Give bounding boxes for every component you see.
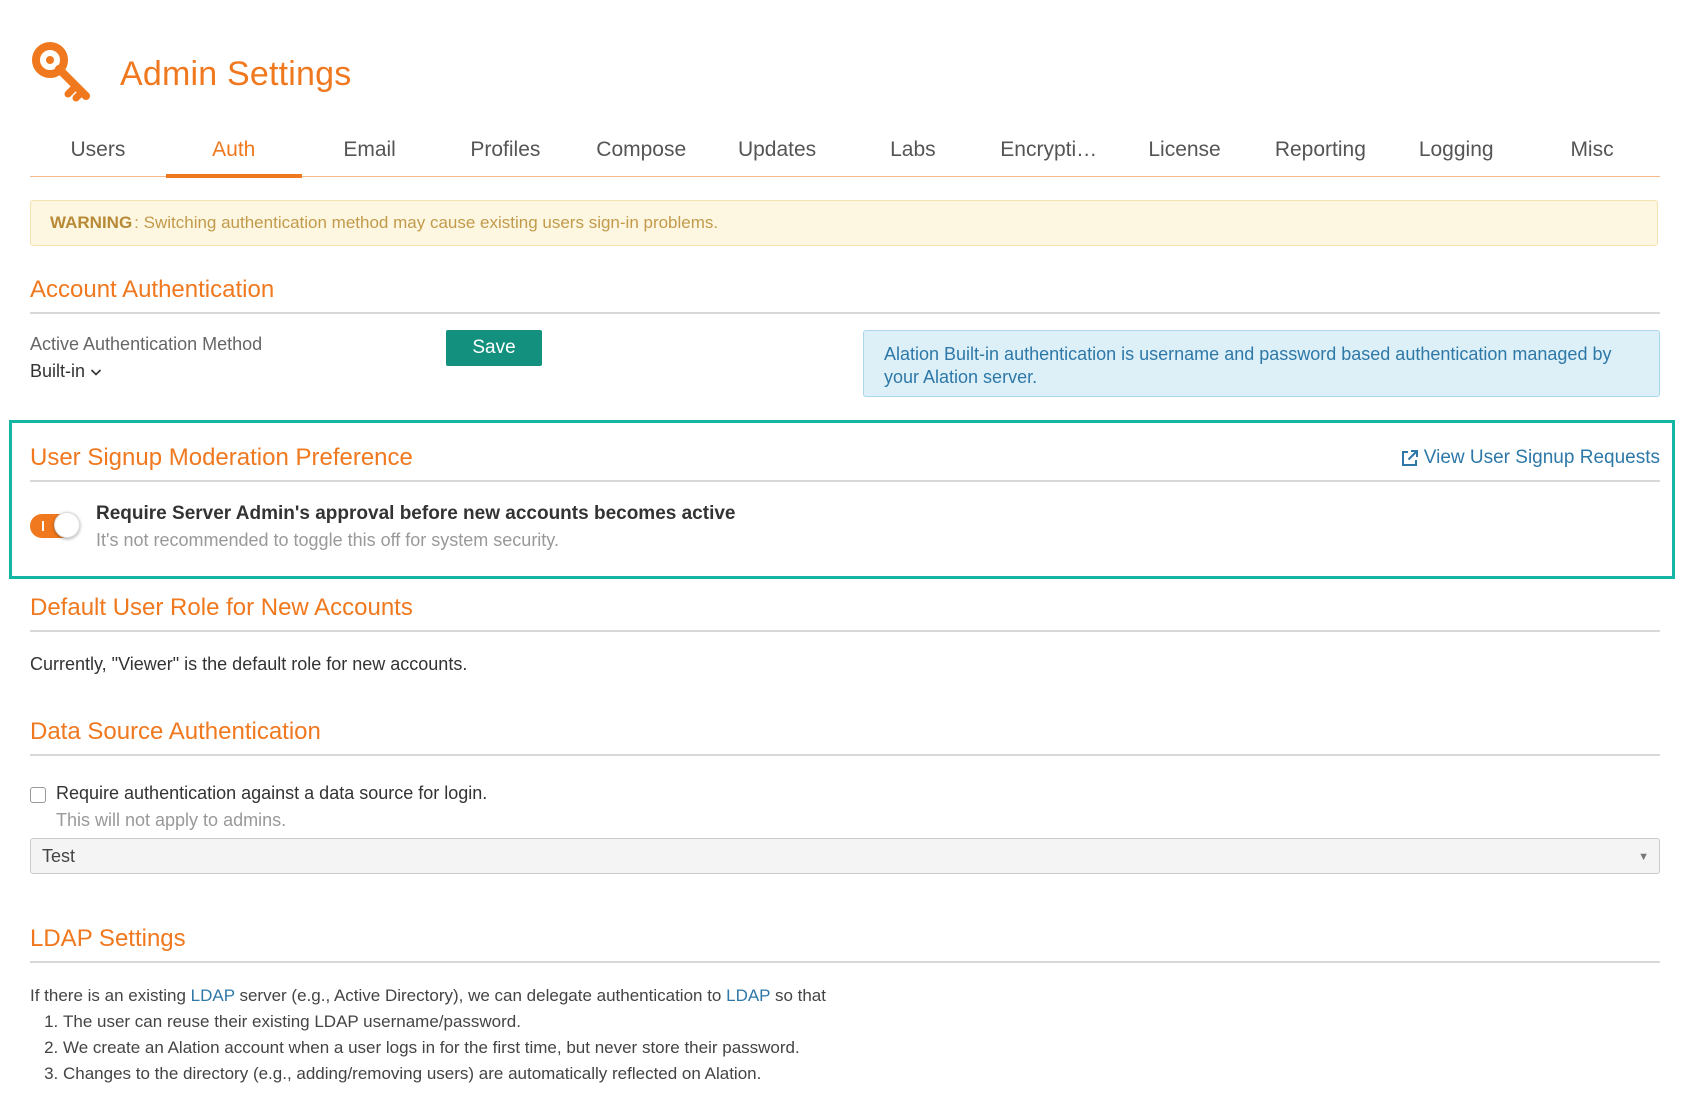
tab-logging[interactable]: Logging bbox=[1388, 128, 1524, 176]
tab-license[interactable]: License bbox=[1117, 128, 1253, 176]
section-title-default-role: Default User Role for New Accounts bbox=[30, 594, 1660, 632]
save-button[interactable]: Save bbox=[446, 330, 542, 366]
warning-label: WARNING bbox=[50, 213, 133, 232]
data-source-select[interactable]: Test ▼ bbox=[30, 838, 1660, 874]
default-role-text: Currently, "Viewer" is the default role … bbox=[30, 654, 468, 674]
section-title-ldap: LDAP Settings bbox=[30, 925, 1660, 963]
caret-down-icon: ▼ bbox=[1638, 851, 1649, 863]
external-link-icon bbox=[1401, 449, 1418, 466]
ldap-intro-2: server (e.g., Active Directory), we can … bbox=[234, 986, 727, 1005]
list-item: We create an Alation account when a user… bbox=[63, 1035, 1030, 1061]
auth-method-label: Active Authentication Method bbox=[30, 334, 263, 354]
chevron-down-icon bbox=[90, 368, 102, 376]
page-header: Admin Settings bbox=[30, 38, 351, 110]
tab-compose[interactable]: Compose bbox=[573, 128, 709, 176]
view-signup-requests-link[interactable]: View User Signup Requests bbox=[1400, 447, 1660, 469]
signup-approval-help: It's not recommended to toggle this off … bbox=[96, 530, 559, 550]
tab-labs[interactable]: Labs bbox=[845, 128, 981, 176]
ldap-link-1[interactable]: LDAP bbox=[191, 986, 235, 1005]
list-item: Changes to the directory (e.g., adding/r… bbox=[63, 1061, 1030, 1087]
settings-tabs: Users Auth Email Profiles Compose Update… bbox=[30, 128, 1660, 178]
warning-banner: WARNING : Switching authentication metho… bbox=[30, 200, 1658, 246]
auth-info-box: Alation Built-in authentication is usern… bbox=[863, 330, 1660, 397]
page-title: Admin Settings bbox=[120, 54, 352, 93]
tab-profiles[interactable]: Profiles bbox=[437, 128, 573, 176]
tab-encryption[interactable]: Encrypti… bbox=[981, 128, 1117, 176]
key-icon bbox=[32, 42, 90, 102]
tab-auth[interactable]: Auth bbox=[165, 128, 302, 178]
ldap-intro-3: so that bbox=[770, 986, 826, 1005]
ldap-intro-1: If there is an existing bbox=[30, 986, 191, 1005]
tab-email[interactable]: Email bbox=[302, 128, 438, 176]
data-source-select-value: Test bbox=[42, 845, 76, 866]
ldap-link-2[interactable]: LDAP bbox=[726, 986, 770, 1005]
data-source-auth-checkbox[interactable] bbox=[30, 787, 46, 803]
data-source-auth-label: Require authentication against a data so… bbox=[56, 783, 488, 803]
ldap-description: If there is an existing LDAP server (e.g… bbox=[30, 983, 1030, 1087]
view-signup-requests-label: View User Signup Requests bbox=[1423, 447, 1660, 468]
tab-updates[interactable]: Updates bbox=[709, 128, 845, 176]
warning-text: : Switching authentication method may ca… bbox=[134, 213, 719, 232]
tab-users[interactable]: Users bbox=[30, 128, 166, 176]
data-source-auth-help: This will not apply to admins. bbox=[56, 810, 287, 830]
signup-approval-label: Require Server Admin's approval before n… bbox=[96, 503, 736, 524]
signup-approval-toggle[interactable] bbox=[30, 512, 80, 538]
tab-misc[interactable]: Misc bbox=[1524, 128, 1660, 176]
toggle-on-mark bbox=[42, 521, 44, 531]
auth-method-value: Built-in bbox=[30, 361, 86, 381]
ldap-benefits-list: The user can reuse their existing LDAP u… bbox=[30, 1009, 1030, 1087]
section-title-data-source-auth: Data Source Authentication bbox=[30, 718, 1660, 756]
tab-reporting[interactable]: Reporting bbox=[1252, 128, 1388, 176]
toggle-knob bbox=[54, 512, 80, 538]
section-title-account-auth: Account Authentication bbox=[30, 276, 1660, 314]
list-item: The user can reuse their existing LDAP u… bbox=[63, 1009, 1030, 1035]
auth-method-dropdown[interactable]: Built-in bbox=[30, 361, 102, 382]
